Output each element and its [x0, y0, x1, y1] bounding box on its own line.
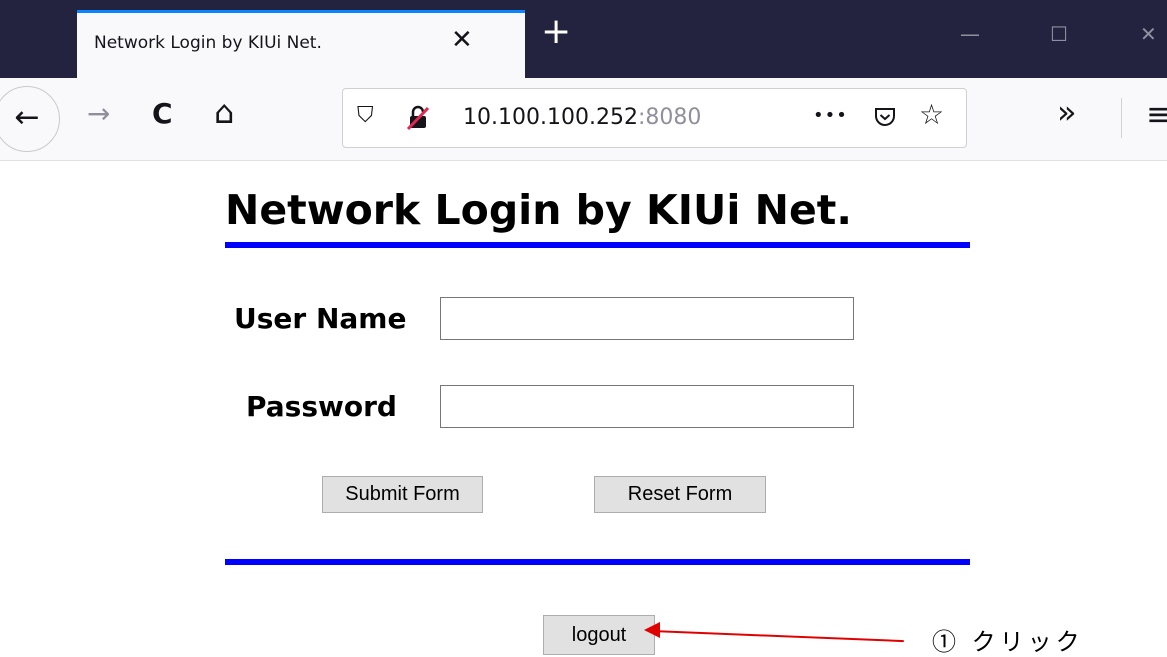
reload-icon[interactable]: C	[152, 100, 173, 128]
bookmark-star-icon[interactable]: ☆	[919, 101, 944, 129]
minimize-icon[interactable]: —	[960, 22, 980, 46]
url-bar[interactable]: ⛉ 10.100.100.252:8080 ••• ☆	[342, 88, 967, 148]
annotation-arrowhead	[644, 622, 660, 638]
home-icon[interactable]: ⌂	[214, 96, 234, 128]
annotation-arrow-line	[651, 630, 904, 643]
overflow-chevron-icon[interactable]: »	[1057, 96, 1077, 128]
back-arrow-icon: ←	[14, 100, 40, 135]
tab-close-icon[interactable]: ✕	[451, 27, 473, 53]
submit-form-button[interactable]: Submit Form	[322, 476, 483, 513]
username-input[interactable]	[440, 297, 854, 340]
maximize-icon[interactable]: ☐	[1050, 22, 1068, 46]
title-underline-rule	[225, 242, 970, 248]
url-port: :8080	[637, 105, 702, 130]
toolbar-divider	[1121, 98, 1122, 138]
tracking-shield-icon[interactable]: ⛉	[357, 105, 374, 127]
url-text[interactable]: 10.100.100.252:8080	[463, 105, 701, 130]
window-close-icon[interactable]: ✕	[1140, 22, 1157, 46]
browser-tab-active[interactable]: Network Login by KIUi Net. ✕	[77, 10, 525, 78]
url-host: 10.100.100.252	[463, 105, 638, 130]
new-tab-icon[interactable]: +	[541, 14, 571, 50]
reset-form-button[interactable]: Reset Form	[594, 476, 766, 513]
password-input[interactable]	[440, 385, 854, 428]
insecure-connection-icon[interactable]	[405, 105, 433, 133]
username-label: User Name	[234, 302, 407, 335]
bottom-rule	[225, 559, 970, 565]
forward-arrow-icon[interactable]: →	[87, 100, 110, 128]
password-label: Password	[246, 390, 397, 423]
logout-button[interactable]: logout	[543, 615, 655, 655]
annotation-click-label: ① クリック	[932, 628, 1084, 656]
page-title: Network Login by KIUi Net.	[225, 186, 852, 234]
page-actions-icon[interactable]: •••	[813, 107, 848, 125]
pocket-icon[interactable]	[873, 105, 899, 131]
menu-hamburger-icon[interactable]: ≡	[1146, 98, 1167, 130]
tab-title: Network Login by KIUi Net.	[94, 33, 322, 53]
